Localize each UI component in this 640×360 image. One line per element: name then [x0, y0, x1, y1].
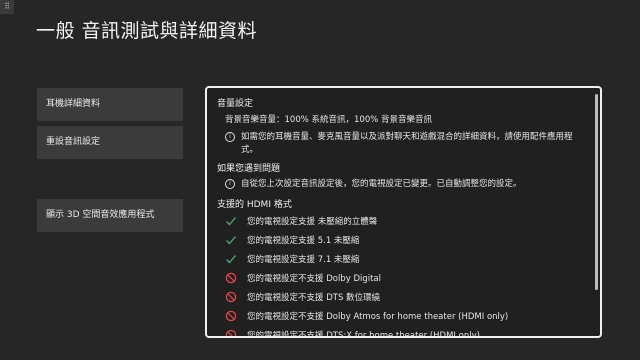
audio-details-panel[interactable]: 音量設定 背景音樂音量：100% 系統音訊，100% 背景音樂音訊 i 如需您的… — [205, 86, 602, 338]
format-row: 您的電視設定不支援 Dolby Digital — [217, 268, 587, 287]
format-text: 您的電視設定不支援 Dolby Atmos for home theater (… — [247, 311, 509, 322]
problems-heading: 如果您遇到問題 — [217, 164, 281, 174]
prohibited-icon — [225, 329, 237, 336]
format-row: 您的電視設定支援 7.1 未壓縮 — [217, 249, 587, 268]
format-row: 您的電視設定支援 未壓縮的立體聲 — [217, 211, 587, 230]
format-text: 您的電視設定支援 5.1 未壓縮 — [247, 235, 360, 246]
prohibited-icon — [225, 310, 237, 321]
reset-audio-settings-button[interactable]: 重設音訊設定 — [37, 126, 183, 159]
info-icon: i — [225, 179, 235, 189]
prohibited-icon — [225, 272, 237, 283]
format-text: 您的電視設定支援 未壓縮的立體聲 — [247, 216, 378, 227]
check-icon — [226, 235, 236, 244]
format-row: 您的電視設定不支援 DTS 數位環繞 — [217, 287, 587, 306]
headset-details-label: 耳機詳細資料 — [46, 99, 101, 109]
info-icon: i — [225, 132, 235, 142]
panel-scrollbar[interactable] — [595, 94, 598, 290]
show-3d-audio-apps-button[interactable]: 顯示 3D 空間音效應用程式 — [37, 199, 183, 232]
page-title: 一般 音訊測試與詳細資料 — [36, 20, 258, 42]
volume-levels-text: 背景音樂音量：100% 系統音訊，100% 背景音樂音訊 — [225, 115, 433, 125]
volume-info-text: 如需您的耳機音量、麥克風音量以及派對聊天和遊戲混合的詳細資料，請使用配件應用程式… — [241, 132, 573, 155]
check-icon — [226, 254, 236, 263]
format-row: 您的電視設定不支援 DTS:X for home theater (HDMI o… — [217, 325, 587, 338]
reset-audio-settings-label: 重設音訊設定 — [46, 137, 101, 147]
check-icon — [226, 216, 236, 225]
format-row: 您的電視設定支援 5.1 未壓縮 — [217, 230, 587, 249]
format-text: 您的電視設定支援 7.1 未壓縮 — [247, 254, 360, 265]
problems-info-text: 自從您上次設定音訊設定後，您的電視設定已變更。已自動調整您的設定。 — [241, 179, 522, 189]
hdmi-formats-heading: 支援的 HDMI 格式 — [217, 200, 292, 210]
menu-handle-icon[interactable]: ⠿ — [0, 0, 14, 14]
format-text: 您的電視設定不支援 DTS:X for home theater (HDMI o… — [247, 330, 480, 338]
prohibited-icon — [225, 291, 237, 302]
format-row: 您的電視設定不支援 Dolby Atmos for home theater (… — [217, 306, 587, 325]
show-3d-audio-apps-label: 顯示 3D 空間音效應用程式 — [46, 210, 155, 220]
format-text: 您的電視設定不支援 DTS 數位環繞 — [247, 292, 381, 303]
headset-details-button[interactable]: 耳機詳細資料 — [37, 88, 183, 121]
volume-settings-heading: 音量設定 — [217, 99, 254, 109]
format-text: 您的電視設定不支援 Dolby Digital — [247, 273, 382, 284]
